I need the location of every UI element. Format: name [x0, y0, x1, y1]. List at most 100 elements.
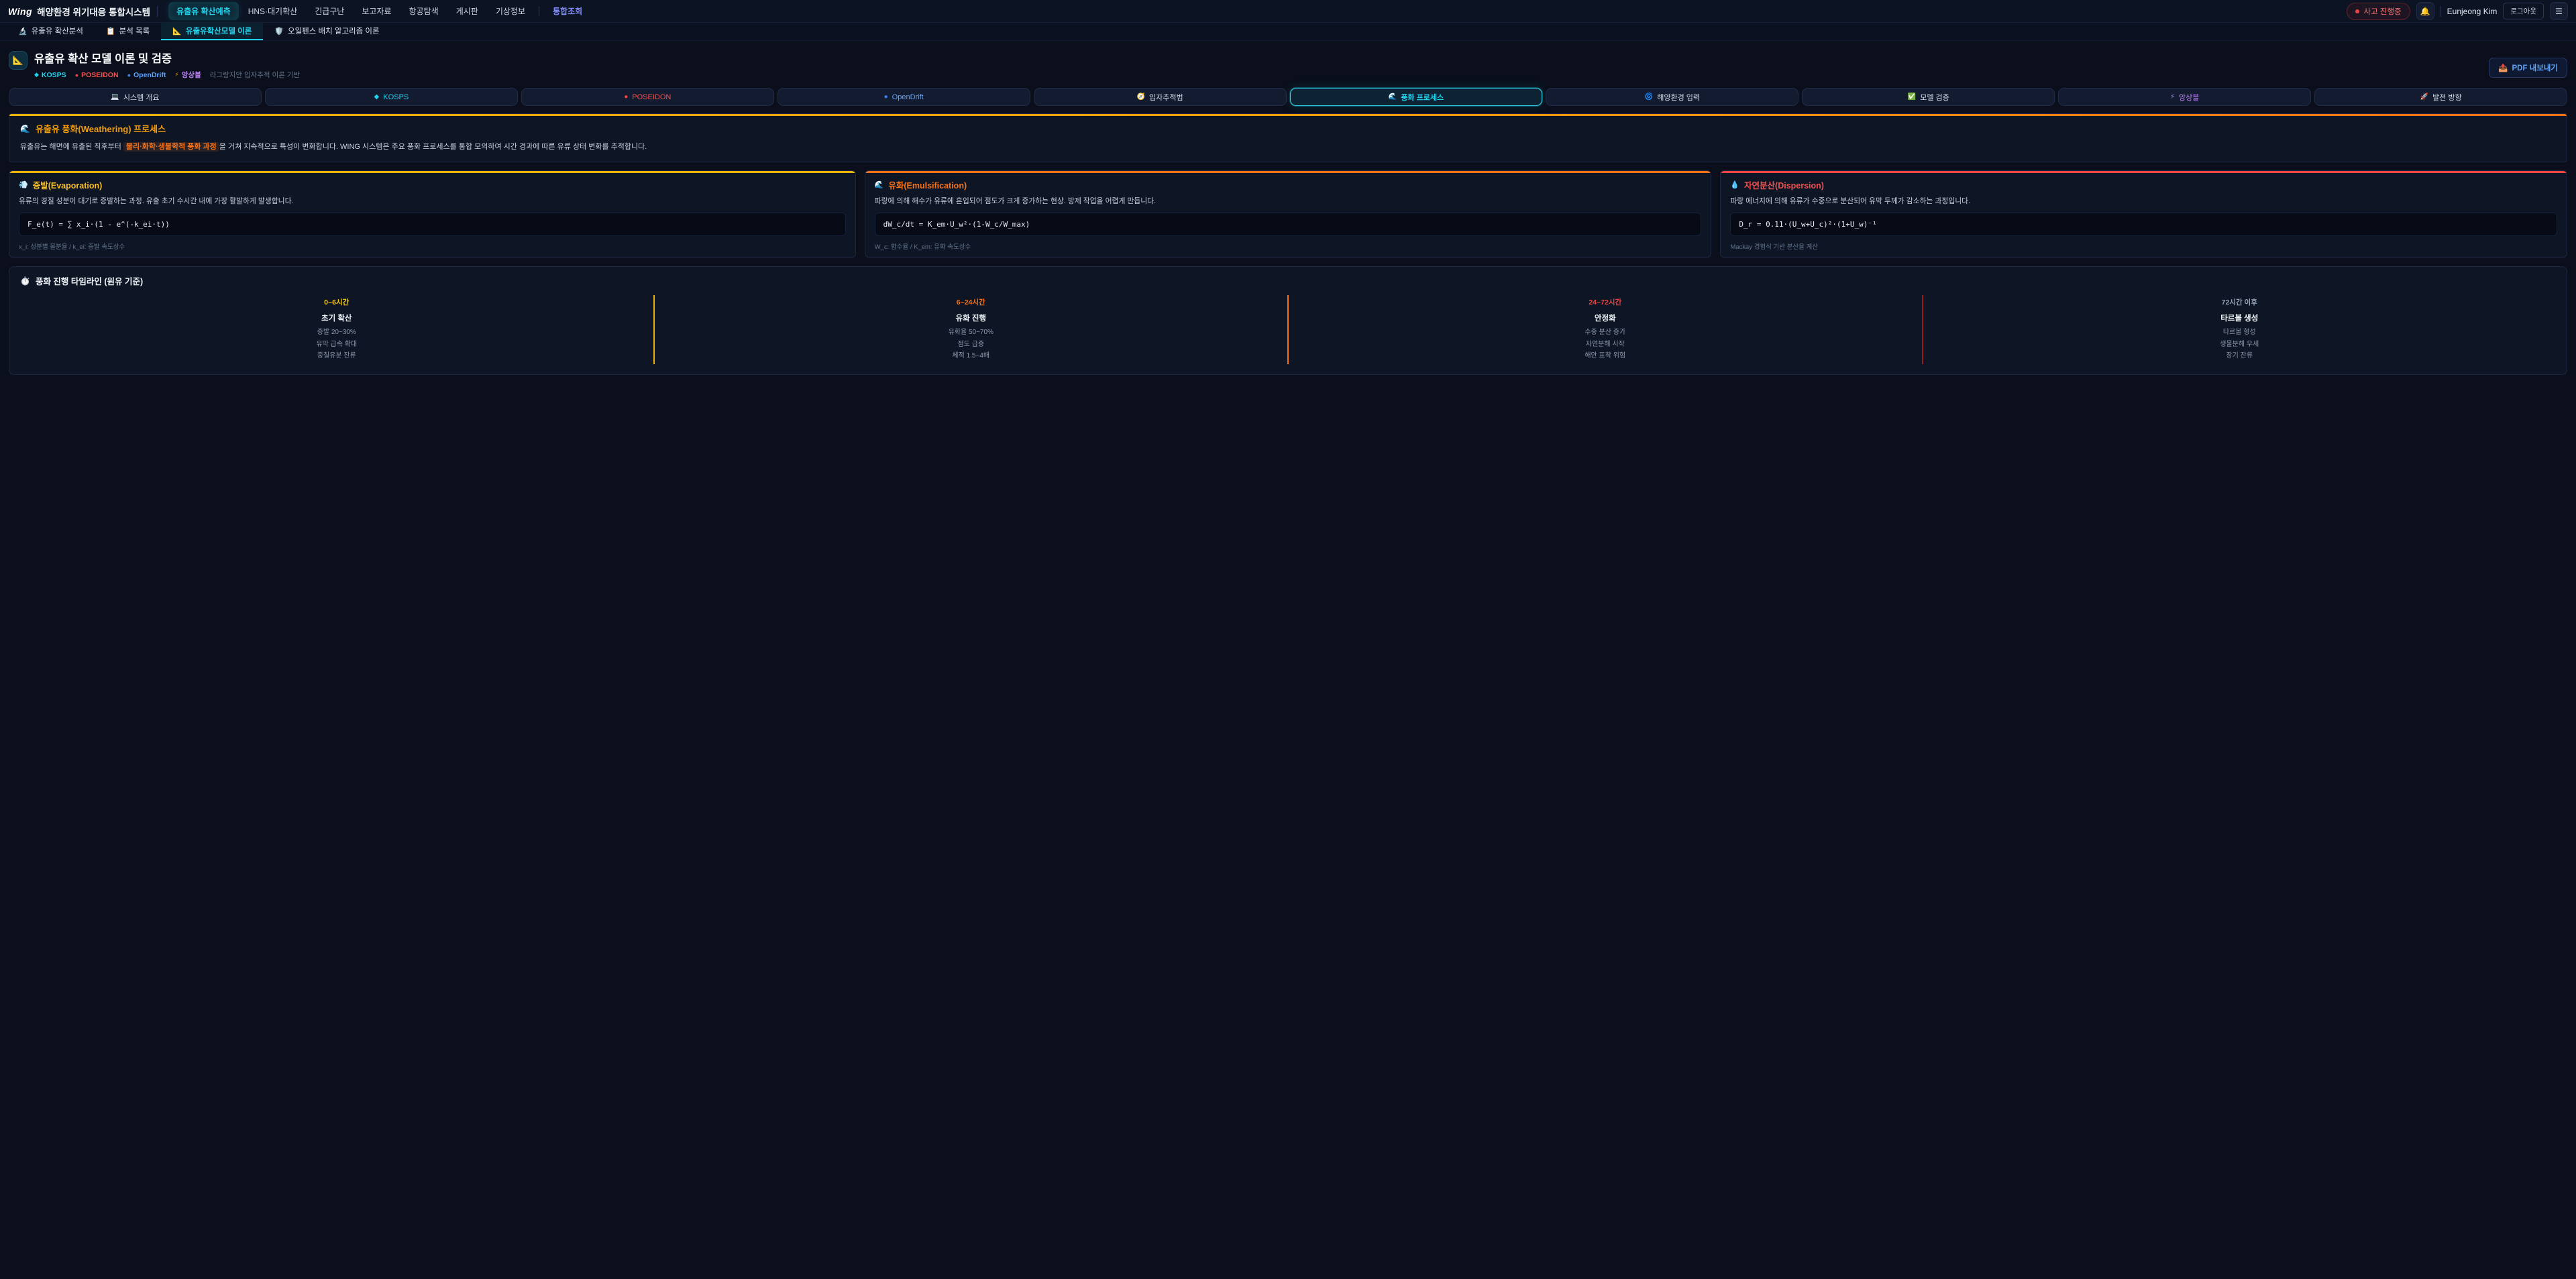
evaporation-description: 유류의 경질 성분이 대기로 증발하는 과정. 유출 초기 수시간 내에 가장 … [19, 197, 846, 207]
subtab-oil-fence-theory[interactable]: 🛡️ 오일펜스 배치 알고리즘 이론 [263, 23, 390, 40]
subtab-label: 오일펜스 배치 알고리즘 이론 [288, 25, 380, 36]
page-title: 유출유 확산 모델 이론 및 검증 [34, 50, 300, 66]
weathering-title: 🌊 유출유 풍화(Weathering) 프로세스 [20, 122, 2556, 135]
notifications-button[interactable]: 🔔 [2416, 2, 2434, 20]
phase-time: 6~24시간 [660, 297, 1283, 307]
sub-nav: 🔬 유출유 확산분석 📋 분석 목록 📐 유출유확산모델 이론 🛡️ 오일펜스 … [0, 23, 2576, 41]
menu-button[interactable]: ☰ [2550, 2, 2568, 20]
tab-system-overview[interactable]: 💻 시스템 개요 [9, 88, 262, 106]
lightning-icon: ⚡ [174, 71, 178, 78]
header-right: 사고 진행중 🔔 Eunjeong Kim 로그아웃 ☰ [2347, 2, 2568, 20]
tab-kosps[interactable]: ◆ KOSPS [265, 88, 518, 106]
page-subtitle: 라그랑지안 입자추적 이론 기반 [210, 70, 300, 80]
compass-icon: 🧭 [1137, 93, 1145, 101]
diamond-icon: ◆ [374, 93, 380, 101]
nav-aerial-search[interactable]: 항공탐색 [401, 2, 447, 20]
tab-weathering-process[interactable]: 🌊 풍화 프로세스 [1290, 88, 1543, 106]
logout-button[interactable]: 로그아웃 [2503, 3, 2544, 19]
evaporation-formula: F_e(t) = ∑ x_i·(1 - e^(-k_ei·t)) [19, 213, 846, 236]
tab-ocean-environment-input[interactable]: 🌀 해양환경 입력 [1546, 88, 1799, 106]
weathering-description: 유출유는 해면에 유출된 직후부터 물리·화학·생물학적 풍화 과정을 거쳐 지… [20, 142, 2556, 153]
circle-icon: ● [127, 72, 131, 78]
export-icon: 📤 [2498, 63, 2508, 72]
dispersion-description: 파랑 에너지에 의해 유류가 수중으로 분산되어 유막 두께가 감소하는 과정입… [1730, 197, 2557, 207]
circle-icon: ● [624, 93, 628, 101]
timeline-phase-2: 6~24시간 유화 진행 유화율 50~70% 점도 급증 체적 1.5~4배 [655, 295, 1288, 364]
nav-board[interactable]: 게시판 [448, 2, 486, 20]
wing-logo: Wing [8, 6, 32, 17]
tab-opendrift[interactable]: ● OpenDrift [777, 88, 1030, 106]
triangle-ruler-icon: 📐 [13, 55, 23, 66]
microscope-icon: 🔬 [18, 27, 28, 36]
nav-oil-spill-prediction[interactable]: 유출유 확산예측 [168, 2, 239, 20]
dispersion-note: Mackay 경험식 기반 분산율 계산 [1730, 241, 2557, 251]
nav-weather-info[interactable]: 기상정보 [488, 2, 533, 20]
lightning-icon: ⚡ [2170, 93, 2175, 101]
badge-opendrift: ● OpenDrift [127, 71, 166, 79]
dispersion-card: 💧 자연분산(Dispersion) 파랑 에너지에 의해 유류가 수중으로 분… [1720, 170, 2567, 258]
bell-icon: 🔔 [2420, 7, 2430, 16]
nav-integrated-search[interactable]: 통합조회 [545, 2, 590, 20]
wave-icon: 🌊 [20, 124, 30, 133]
page-icon-box: 📐 [9, 51, 28, 70]
timeline-phase-3: 24~72시간 안정화 수중 분산 증가 자연분해 시작 해안 표착 위험 [1289, 295, 1922, 364]
phase-stage: 타르볼 생성 [1929, 313, 2551, 323]
check-icon: ✅ [1908, 93, 1916, 101]
nav-emergency-rescue[interactable]: 긴급구난 [307, 2, 352, 20]
nav-hns-atmospheric[interactable]: HNS·대기확산 [240, 2, 306, 20]
subtab-label: 유출유확산모델 이론 [186, 25, 252, 36]
phase-stage: 유화 진행 [660, 313, 1283, 323]
weathering-timeline: ⏱️ 풍화 진행 타임라인 (원유 기준) 0~6시간 초기 확산 증발 20~… [9, 266, 2567, 375]
evaporation-title: 💨 증발(Evaporation) [19, 178, 846, 191]
emulsification-card: 🌊 유화(Emulsification) 파랑에 의해 해수가 유류에 혼입되어… [865, 170, 1712, 258]
incident-status-label: 사고 진행중 [2364, 6, 2402, 17]
timeline-title: ⏱️ 풍화 진행 타임라인 (원유 기준) [20, 274, 2556, 287]
emulsification-note: W_c: 함수율 / K_em: 유화 속도상수 [875, 241, 1702, 251]
circle-icon: ● [75, 72, 78, 78]
cyclone-icon: 🌀 [1645, 93, 1653, 101]
phase-time: 0~6시간 [25, 297, 648, 307]
diamond-icon: ◆ [34, 71, 39, 78]
user-name: Eunjeong Kim [2447, 7, 2498, 16]
tab-model-validation[interactable]: ✅ 모델 검증 [1802, 88, 2055, 106]
section-tabs: 💻 시스템 개요 ◆ KOSPS ● POSEIDON ● OpenDrift … [9, 88, 2567, 106]
nav-reports[interactable]: 보고자료 [354, 2, 399, 20]
badge-poseidon: ● POSEIDON [75, 71, 119, 79]
evaporation-note: x_i: 성분별 몰분율 / k_ei: 증발 속도상수 [19, 241, 846, 251]
incident-status-badge: 사고 진행중 [2347, 3, 2410, 20]
subtab-analysis-list[interactable]: 📋 분석 목록 [95, 23, 161, 40]
wind-icon: 💨 [19, 180, 28, 189]
emulsification-description: 파랑에 의해 해수가 유류에 혼입되어 점도가 크게 증가하는 현상. 방제 작… [875, 197, 1702, 207]
phase-stage: 안정화 [1294, 313, 1917, 323]
badge-kosps: ◆ KOSPS [34, 71, 66, 79]
header-divider [157, 6, 158, 17]
clipboard-icon: 📋 [106, 27, 115, 36]
page-header-text: 유출유 확산 모델 이론 및 검증 ◆ KOSPS ● POSEIDON ● O… [34, 50, 300, 80]
wave-icon: 🌊 [875, 180, 884, 189]
stopwatch-icon: ⏱️ [20, 276, 30, 286]
tab-poseidon[interactable]: ● POSEIDON [521, 88, 774, 106]
phase-time: 72시간 이후 [1929, 297, 2551, 307]
subtab-label: 분석 목록 [119, 25, 150, 36]
subtab-spill-analysis[interactable]: 🔬 유출유 확산분석 [7, 23, 95, 40]
timeline-grid: 0~6시간 초기 확산 증발 20~30% 유막 급속 확대 중질유분 잔류 6… [20, 295, 2556, 364]
circle-icon: ● [884, 93, 888, 101]
tab-future-direction[interactable]: 🚀 발전 방향 [2314, 88, 2567, 106]
phase-stage: 초기 확산 [25, 313, 648, 323]
header-right-divider [2440, 6, 2441, 17]
tab-ensemble[interactable]: ⚡ 앙상블 [2058, 88, 2311, 106]
subtab-model-theory[interactable]: 📐 유출유확산모델 이론 [161, 23, 263, 40]
brand: Wing 해양환경 위기대응 통합시스템 [8, 5, 150, 18]
weathering-banner: 🌊 유출유 풍화(Weathering) 프로세스 유출유는 해면에 유출된 직… [9, 113, 2567, 162]
page-header: 📐 유출유 확산 모델 이론 및 검증 ◆ KOSPS ● POSEIDON ●… [0, 41, 2576, 85]
main-nav: 유출유 확산예측 HNS·대기확산 긴급구난 보고자료 항공탐색 게시판 기상정… [168, 2, 590, 20]
app-title: 해양환경 위기대응 통합시스템 [37, 5, 150, 18]
timeline-phase-4: 72시간 이후 타르볼 생성 타르볼 형성 생물분해 우세 장기 잔류 [1923, 295, 2557, 364]
tab-particle-tracking[interactable]: 🧭 입자추적법 [1034, 88, 1287, 106]
incident-dot-icon [2355, 9, 2359, 13]
shield-icon: 🛡️ [274, 27, 284, 36]
highlighted-phrase: 물리·화학·생물학적 풍화 과정 [123, 142, 219, 152]
triangle-ruler-icon: 📐 [172, 27, 182, 36]
pdf-export-button[interactable]: 📤 PDF 내보내기 [2489, 58, 2567, 78]
emulsification-title: 🌊 유화(Emulsification) [875, 178, 1702, 191]
